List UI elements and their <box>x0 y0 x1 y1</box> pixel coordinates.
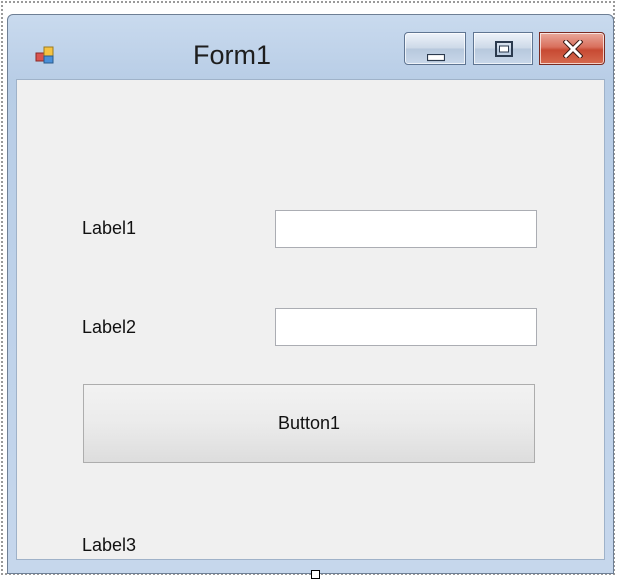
designer-resize-handle[interactable] <box>311 570 320 579</box>
window-title: Form1 <box>193 40 272 70</box>
label1: Label1 <box>82 218 137 238</box>
minimize-button[interactable] <box>404 32 466 65</box>
winforms-app-icon <box>35 45 55 65</box>
textbox1-input[interactable] <box>275 210 537 248</box>
button1[interactable]: Button1 <box>83 384 535 463</box>
title-bar[interactable]: Form1 <box>8 15 613 79</box>
form-client-area: Label1 Label2 Button1 Label3 <box>16 79 605 560</box>
maximize-button[interactable] <box>473 32 533 65</box>
maximize-icon <box>495 41 513 62</box>
label2: Label2 <box>82 317 137 337</box>
label3: Label3 <box>82 535 137 555</box>
form-window: Form1 Label1 Label2 Button1 Label3 <box>7 14 614 574</box>
textbox2-input[interactable] <box>275 308 537 346</box>
close-button[interactable] <box>539 32 605 65</box>
minimize-icon <box>426 49 446 67</box>
close-icon <box>562 38 584 63</box>
